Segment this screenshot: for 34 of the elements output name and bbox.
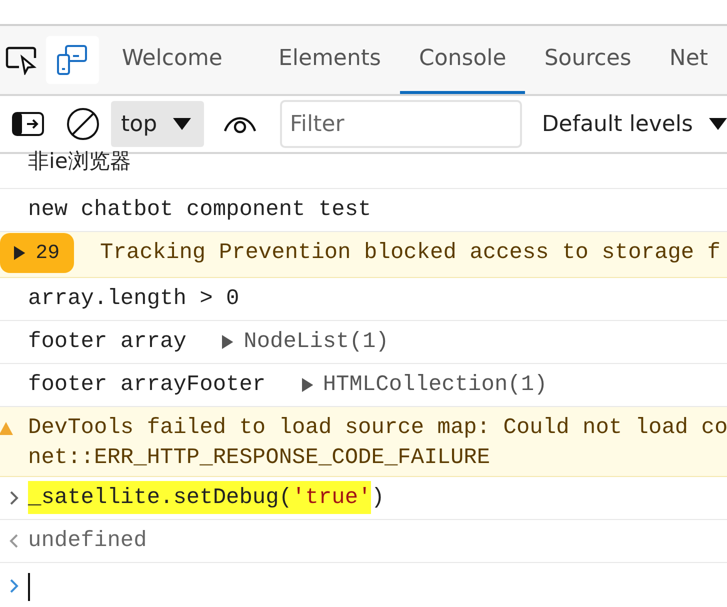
warning-message: DevTools failed to load source map: Could not load co	[28, 414, 727, 442]
expand-triangle-icon	[222, 335, 234, 350]
input-chevron-icon	[9, 490, 19, 506]
expand-triangle-icon	[14, 246, 26, 260]
object-preview[interactable]: NodeList(1)	[244, 327, 389, 358]
log-message: new chatbot component test	[28, 196, 372, 224]
log-message: array.length > 0	[28, 285, 240, 314]
eye-icon[interactable]	[223, 114, 258, 134]
dropdown-caret-icon	[173, 118, 192, 130]
devtools-tab[interactable]: Elements	[259, 26, 400, 94]
expand-triangle-icon	[302, 378, 313, 392]
log-message: footer array	[28, 328, 186, 356]
log-levels-dropdown[interactable]: Default levels	[542, 112, 727, 136]
message-count-badge[interactable]: 29	[0, 233, 74, 273]
filter-input[interactable]: Filter	[280, 100, 522, 148]
inspect-element-icon[interactable]	[4, 45, 37, 75]
devtools-tab[interactable]: Welcome	[102, 26, 242, 94]
prompt-chevron-icon	[9, 578, 19, 594]
dropdown-caret-icon	[709, 118, 727, 130]
warning-icon	[0, 422, 13, 435]
sidebar-toggle-icon[interactable]	[12, 112, 44, 136]
log-message: 非ie浏览器	[28, 148, 131, 174]
log-message: footer arrayFooter	[28, 371, 266, 400]
devtools-tab[interactable]: Console	[400, 26, 526, 94]
clear-console-icon[interactable]	[66, 107, 100, 141]
object-preview[interactable]: HTMLCollection(1)	[322, 370, 548, 400]
devtools-tab[interactable]: Sources	[525, 26, 650, 94]
warning-message: net::ERR_HTTP_RESPONSE_CODE_FAILURE	[28, 444, 492, 472]
return-value: undefined	[28, 527, 147, 555]
warning-message: Tracking Prevention blocked access to storage f	[100, 239, 721, 267]
output-chevron-icon	[9, 533, 19, 549]
device-emulation-icon[interactable]	[55, 43, 90, 77]
devtools-tab[interactable]: Net	[650, 26, 727, 94]
context-selector[interactable]: top	[111, 101, 204, 147]
